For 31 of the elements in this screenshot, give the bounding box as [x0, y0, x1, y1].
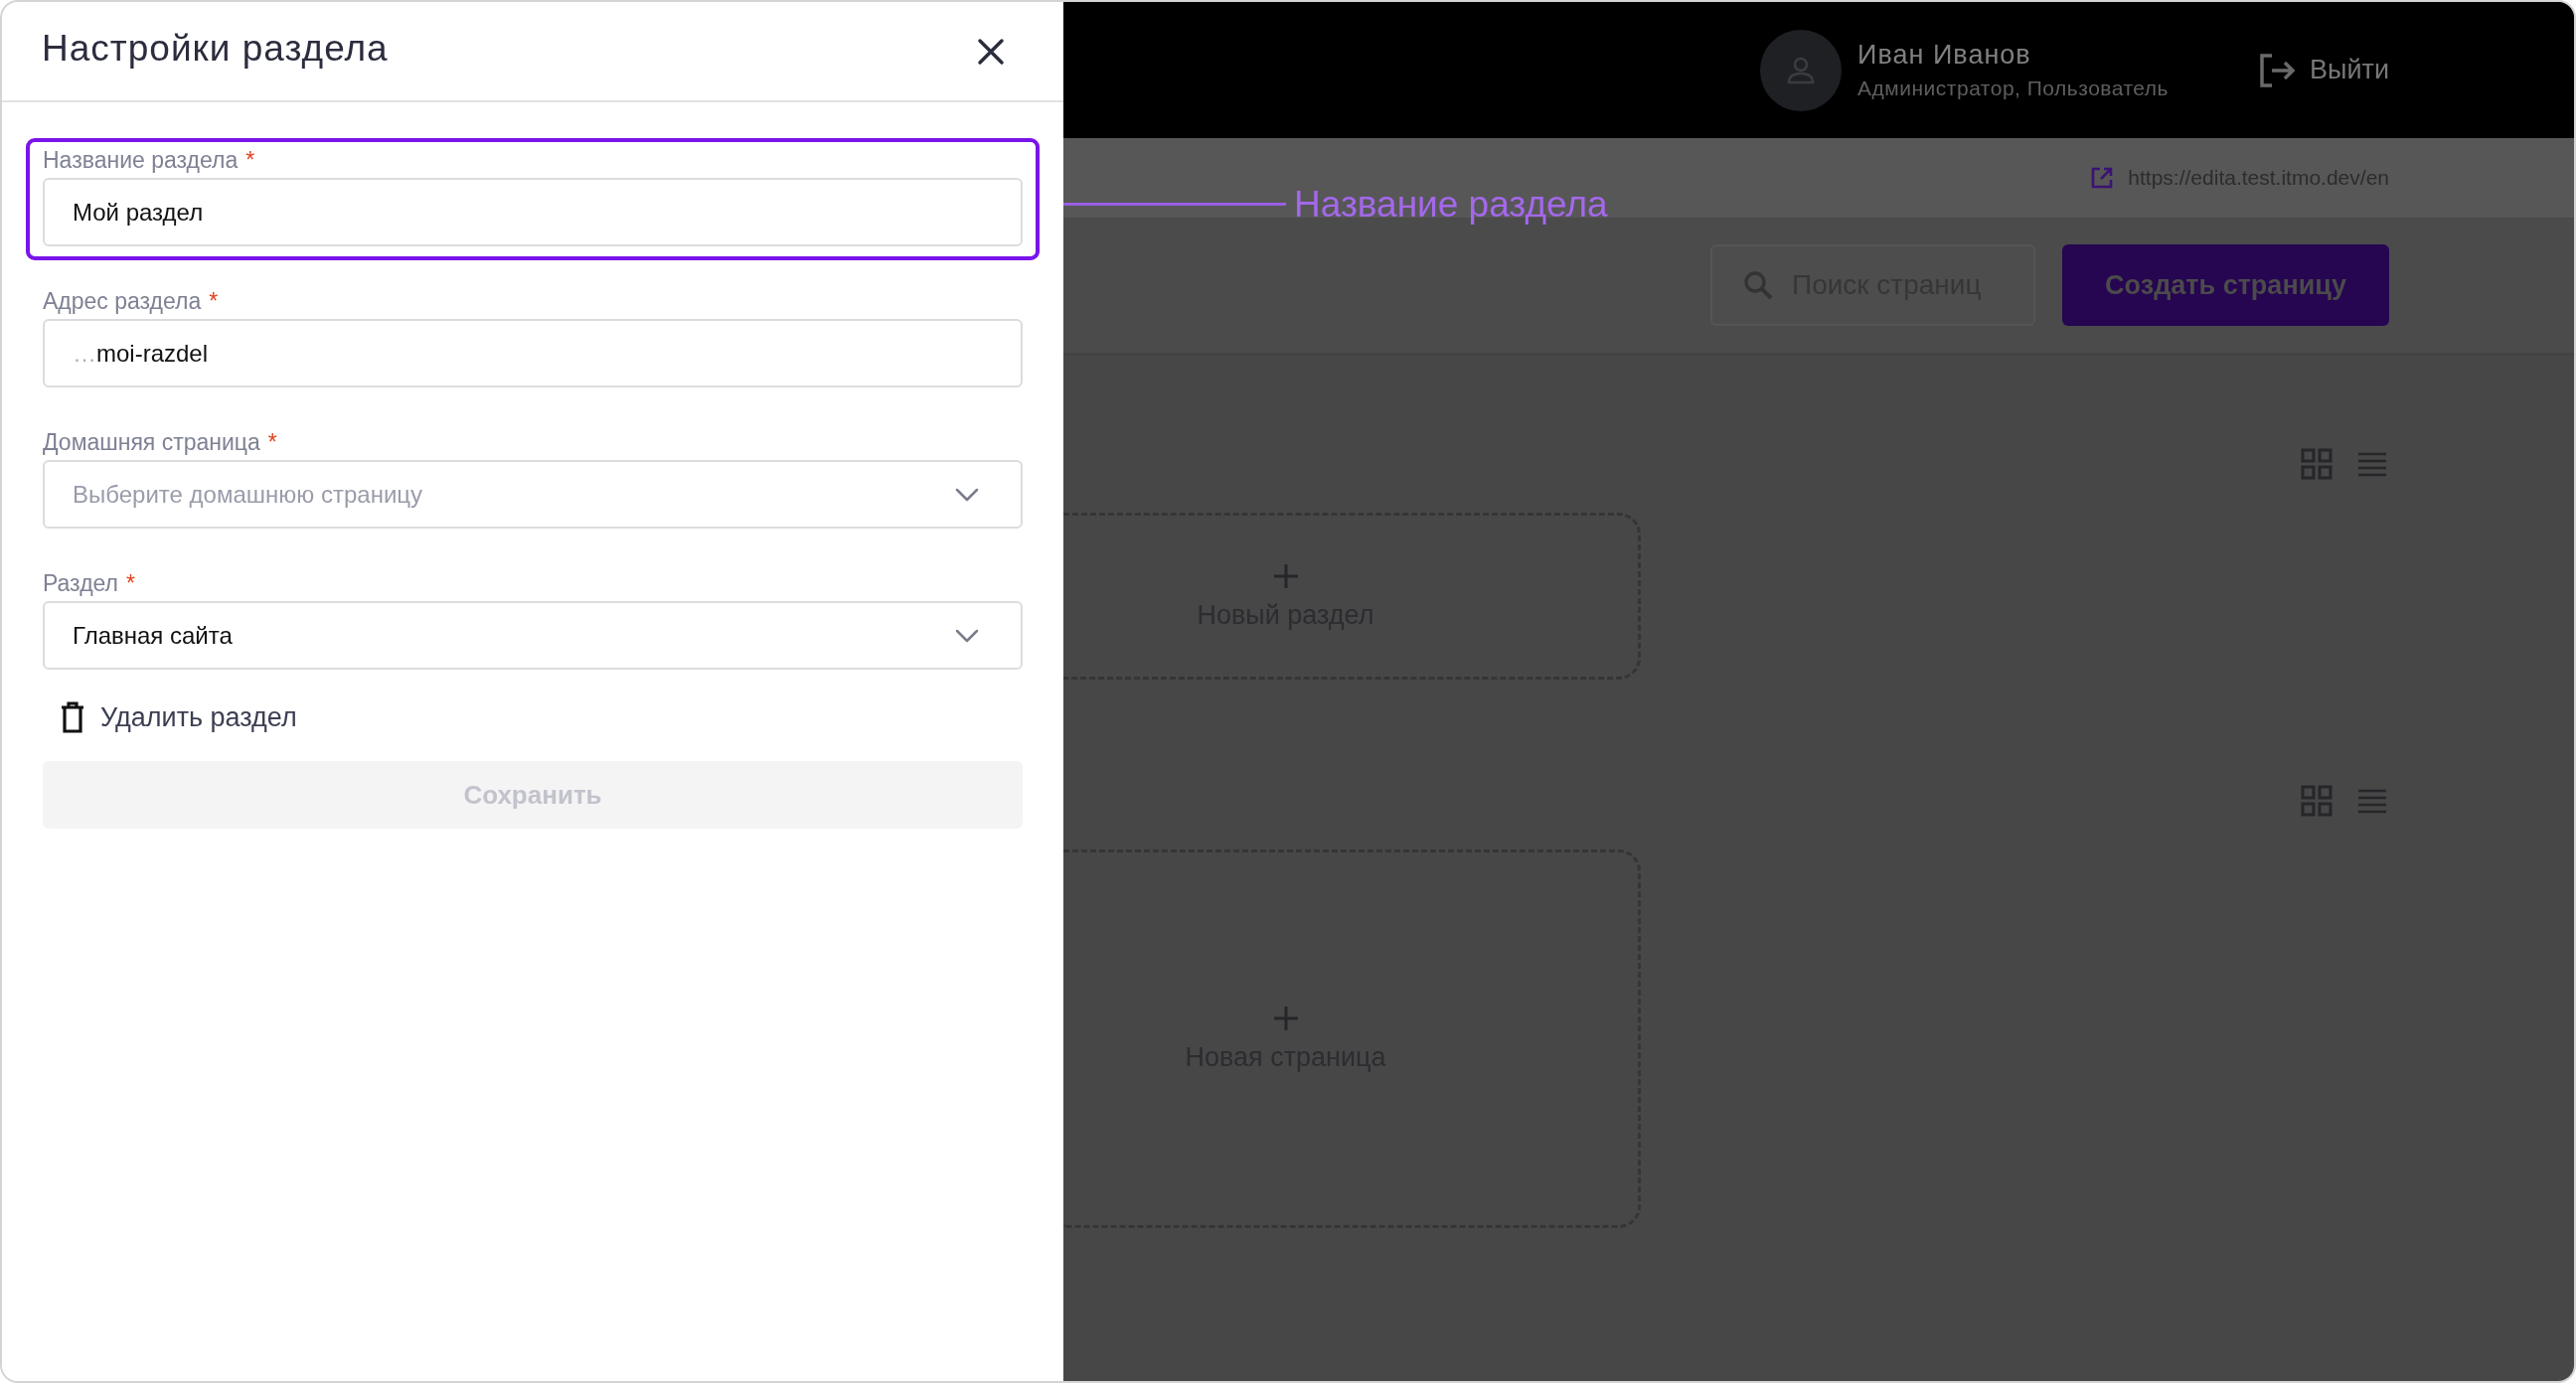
dropdown-field[interactable]: Выберите домашнюю страницу	[43, 460, 1023, 529]
callout-label: Название раздела	[1294, 184, 1608, 226]
close-button[interactable]	[976, 36, 1006, 67]
chevron-down-icon	[955, 487, 979, 502]
field-label: Раздел	[43, 571, 119, 595]
required-mark: *	[245, 148, 255, 172]
field-label: Название раздела	[43, 148, 239, 172]
required-mark: *	[267, 430, 277, 454]
grid-view-icon[interactable]	[2300, 447, 2334, 481]
input-field[interactable]: Мой раздел	[43, 178, 1023, 246]
delete-link[interactable]: Удалить раздел	[100, 701, 297, 733]
search-icon	[1742, 269, 1774, 301]
user-name: Иван Иванов	[1857, 40, 2032, 71]
dropdown-field[interactable]: Главная сайта	[43, 601, 1023, 670]
required-mark: *	[209, 289, 219, 313]
panel-title: Настройки раздела	[42, 27, 389, 70]
plus-icon	[1271, 561, 1300, 590]
field-label: Домашняя страница	[43, 430, 260, 454]
grid-view-icon[interactable]	[2300, 784, 2334, 818]
person-icon	[1786, 55, 1817, 85]
input-field[interactable]: …moi-razdel	[43, 319, 1023, 387]
create-page-button[interactable]: Создать страницу	[2062, 244, 2389, 326]
logout-icon	[2258, 52, 2297, 88]
user-role: Администратор, Пользователь	[1857, 77, 2170, 100]
logout-button[interactable]: Выйти	[2258, 52, 2389, 88]
external-link-icon[interactable]	[2090, 166, 2115, 190]
plus-icon	[1271, 1004, 1300, 1032]
trash-icon[interactable]	[61, 701, 84, 733]
chevron-down-icon	[955, 628, 979, 643]
required-mark: *	[126, 571, 135, 595]
field-label: Адрес раздела	[43, 289, 202, 313]
